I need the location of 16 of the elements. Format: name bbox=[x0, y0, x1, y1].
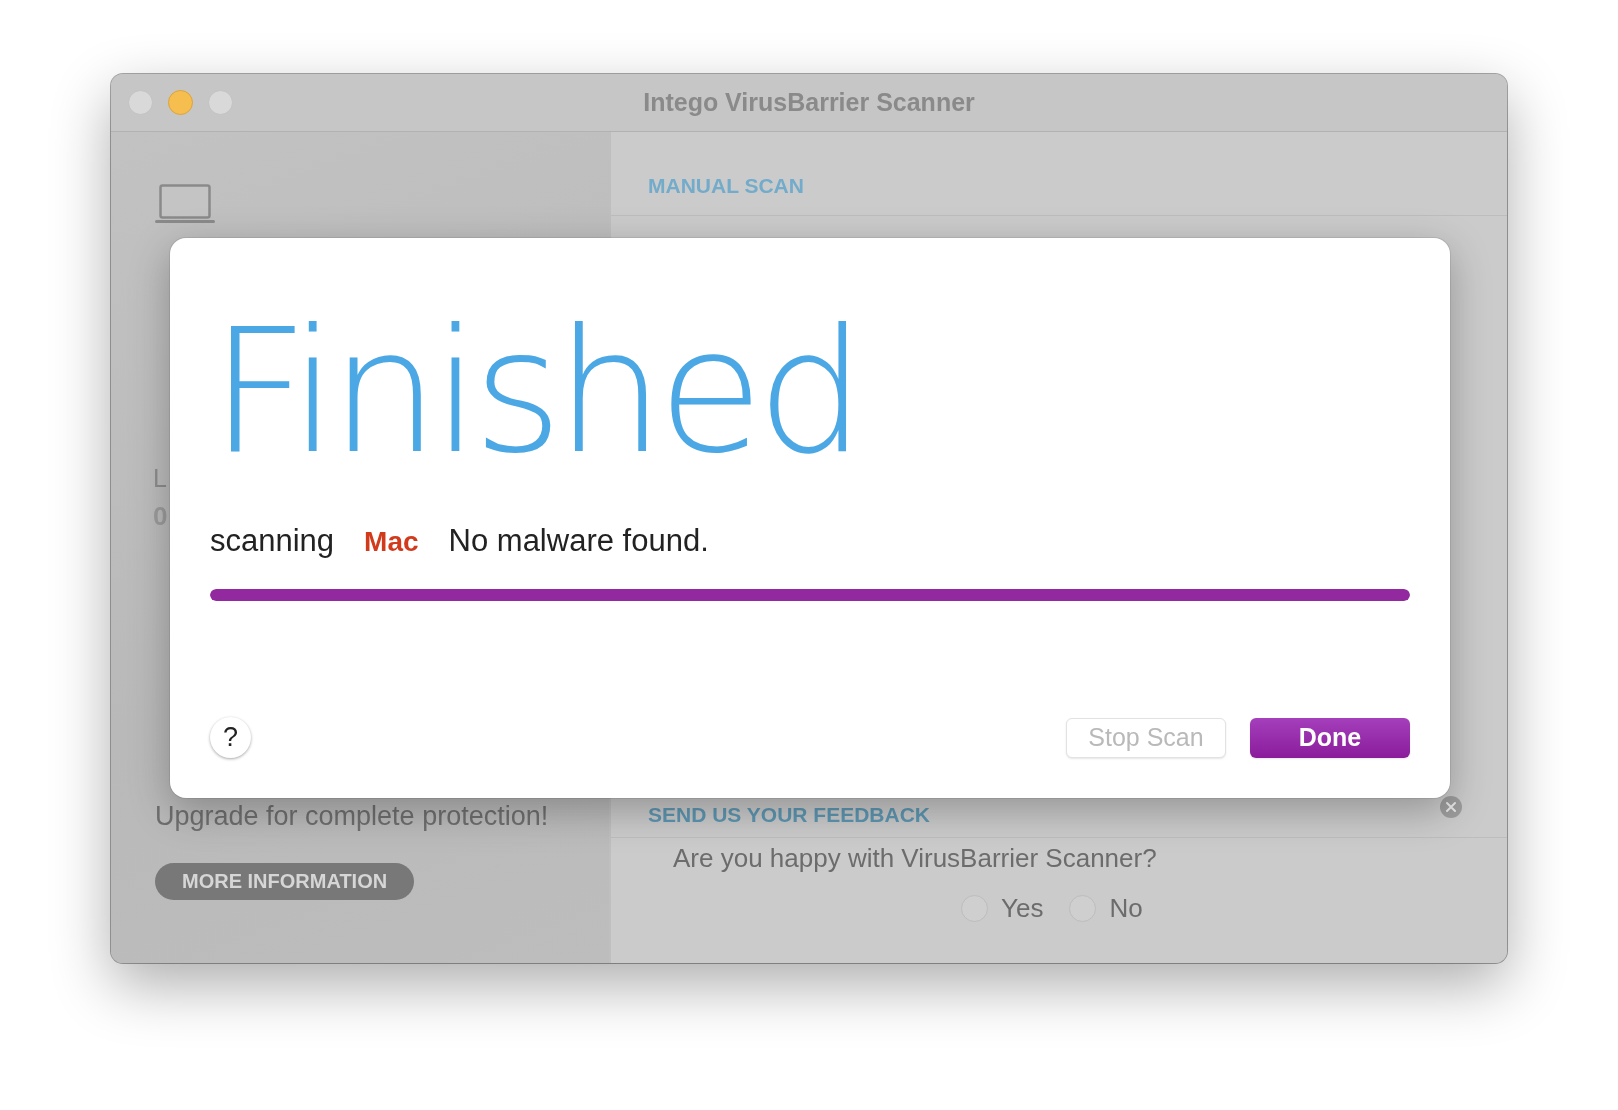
window-title: Intego VirusBarrier Scanner bbox=[643, 88, 975, 117]
promo-text: Upgrade for complete protection! bbox=[155, 800, 549, 832]
primary-button[interactable]: Done bbox=[1250, 717, 1410, 758]
close-icon[interactable] bbox=[1440, 796, 1462, 818]
section-title: MANUAL SCAN bbox=[648, 173, 804, 199]
scan-result: No malware found. bbox=[448, 523, 709, 559]
option-label: Yes bbox=[1001, 892, 1044, 924]
laptop-icon bbox=[155, 184, 215, 224]
help-button[interactable]: ? bbox=[210, 717, 251, 758]
scan-target: Mac bbox=[364, 525, 419, 559]
option-label: No bbox=[1109, 892, 1143, 924]
question-text: Are you happy with VirusBarrier Scanner? bbox=[673, 842, 1157, 874]
window-minimize-button[interactable] bbox=[168, 90, 193, 115]
status-heading: Finished bbox=[210, 302, 859, 482]
feedback-title: SEND US YOUR FEEDBACK bbox=[648, 802, 930, 828]
status-action: scanning bbox=[210, 523, 335, 559]
